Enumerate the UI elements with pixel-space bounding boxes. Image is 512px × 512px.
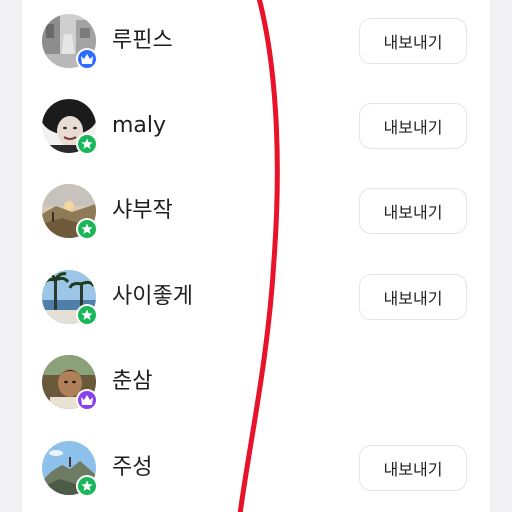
member-list: 루핀스 내보내기 maly 내보내기 샤부작 내보내기 사이좋게 내보내기 춘삼… (22, 0, 490, 512)
avatar[interactable] (42, 270, 98, 326)
avatar[interactable] (42, 99, 98, 155)
crown-badge-icon (78, 391, 96, 409)
member-row: 주성 내보내기 (22, 433, 490, 503)
member-name: 사이좋게 (112, 284, 193, 309)
avatar[interactable] (42, 184, 98, 240)
member-row: 사이좋게 내보내기 (22, 262, 490, 332)
member-row: 루핀스 내보내기 (22, 6, 490, 76)
star-badge-icon (78, 135, 96, 153)
member-name: 춘삼 (112, 369, 153, 394)
member-row: maly 내보내기 (22, 91, 490, 161)
member-row: 춘삼 (22, 347, 490, 417)
star-badge-icon (78, 306, 96, 324)
export-button[interactable]: 내보내기 (359, 188, 467, 234)
export-button[interactable]: 내보내기 (359, 445, 467, 491)
export-button[interactable]: 내보내기 (359, 18, 467, 64)
member-name: maly (112, 113, 167, 138)
avatar[interactable] (42, 441, 98, 497)
star-badge-icon (78, 220, 96, 238)
export-button[interactable]: 내보내기 (359, 103, 467, 149)
crown-badge-icon (78, 50, 96, 68)
member-row: 샤부작 내보내기 (22, 176, 490, 246)
member-name: 주성 (112, 455, 153, 480)
member-name: 루핀스 (112, 28, 173, 53)
avatar[interactable] (42, 355, 98, 411)
member-name: 샤부작 (112, 198, 173, 223)
export-button[interactable]: 내보내기 (359, 274, 467, 320)
avatar[interactable] (42, 14, 98, 70)
star-badge-icon (78, 477, 96, 495)
